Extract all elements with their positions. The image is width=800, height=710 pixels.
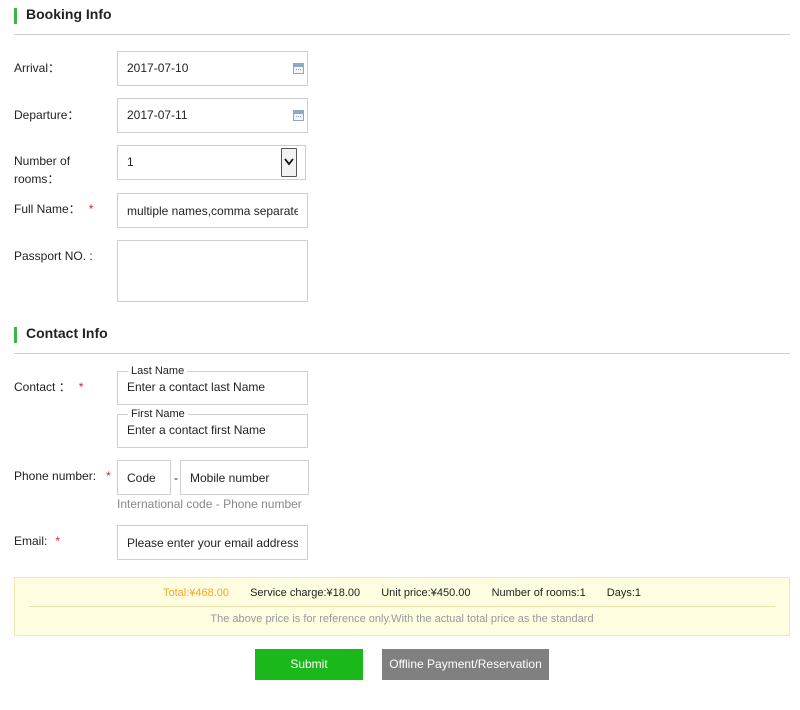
last-name-field[interactable]: Last Name <box>117 364 308 405</box>
contact-label: Contact ： * <box>14 378 83 396</box>
first-name-legend: First Name <box>128 407 188 421</box>
offline-payment-button[interactable]: Offline Payment/Reservation <box>382 649 549 680</box>
fullname-label-text: Full Name： <box>14 202 81 216</box>
price-note: The above price is for reference only.Wi… <box>210 613 594 625</box>
days-count: Days:1 <box>606 587 642 599</box>
country-code-input[interactable] <box>117 460 171 495</box>
departure-date-field[interactable]: 2017-07-11 <box>117 98 308 133</box>
arrival-date-field[interactable]: 2017-07-10 <box>117 51 308 86</box>
last-name-input[interactable] <box>127 380 297 394</box>
contact-info-header: Contact Info <box>14 321 790 354</box>
service-charge: Service charge:¥18.00 <box>250 587 361 599</box>
unit-price: Unit price:¥450.00 <box>381 587 471 599</box>
section-accent-bar <box>14 327 17 343</box>
phone-separator: - <box>174 471 178 485</box>
rooms-label: Number of rooms： <box>14 152 70 188</box>
email-input[interactable] <box>117 525 308 560</box>
departure-label: Departure： <box>14 108 80 122</box>
rooms-label-line1: Number of <box>14 154 71 168</box>
first-name-input[interactable] <box>127 423 297 437</box>
contact-info-title: Contact Info <box>26 325 108 341</box>
booking-info-header: Booking Info <box>14 2 790 35</box>
price-summary-row: Total:¥468.00 Service charge:¥18.00 Unit… <box>15 587 789 599</box>
price-summary: Total:¥468.00 Service charge:¥18.00 Unit… <box>14 577 790 636</box>
number-of-rooms: Number of rooms:1 <box>491 587 586 599</box>
submit-button[interactable]: Submit <box>255 649 363 680</box>
email-label: Email: * <box>14 532 60 550</box>
fullname-input[interactable] <box>117 193 308 228</box>
rooms-select[interactable]: 1 <box>117 145 306 180</box>
mobile-number-input[interactable] <box>180 460 309 495</box>
first-name-field[interactable]: First Name <box>117 407 308 448</box>
phone-label-text: Phone number: <box>14 469 97 483</box>
booking-info-title: Booking Info <box>26 6 112 22</box>
calendar-icon[interactable] <box>293 110 304 121</box>
arrival-label: Arrival： <box>14 61 61 75</box>
phone-label: Phone number: * <box>14 467 111 485</box>
contact-label-text: Contact ： <box>14 380 71 394</box>
calendar-icon[interactable] <box>293 63 304 74</box>
departure-date-value: 2017-07-11 <box>127 108 188 122</box>
section-accent-bar <box>14 8 17 24</box>
summary-divider <box>29 606 775 607</box>
required-mark: * <box>55 534 61 548</box>
passport-input[interactable] <box>117 240 308 302</box>
email-label-text: Email: <box>14 534 48 548</box>
phone-hint: International code - Phone number <box>117 497 302 511</box>
required-mark: * <box>78 380 84 394</box>
chevron-down-icon[interactable] <box>281 148 297 177</box>
arrival-date-value: 2017-07-10 <box>127 61 189 75</box>
required-mark: * <box>106 469 111 483</box>
rooms-label-line2: rooms： <box>14 172 60 186</box>
total-price: Total:¥468.00 <box>162 587 230 599</box>
required-mark: * <box>88 202 94 216</box>
last-name-legend: Last Name <box>128 364 188 378</box>
rooms-select-value: 1 <box>127 155 134 169</box>
passport-label: Passport NO. : <box>14 249 93 263</box>
fullname-label: Full Name： * <box>14 200 93 218</box>
